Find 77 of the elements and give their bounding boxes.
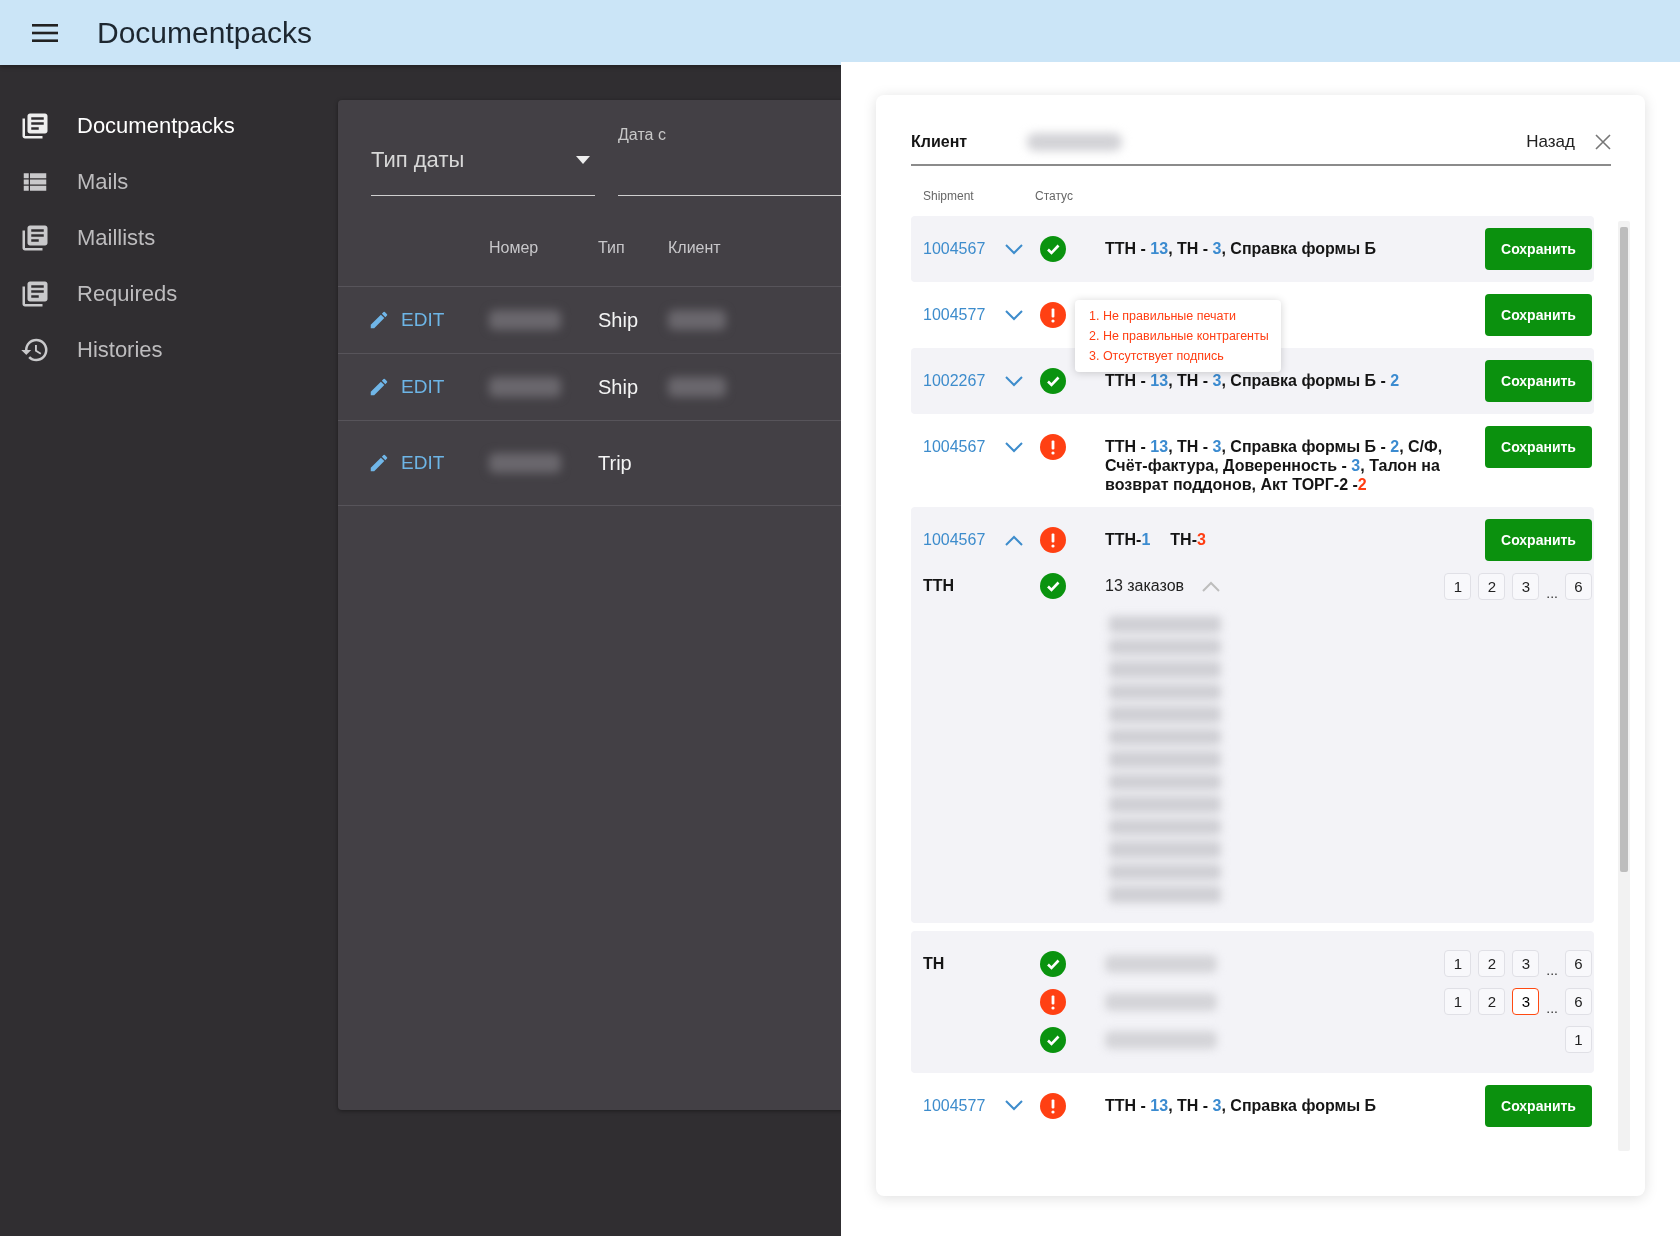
page-button[interactable]: 6 bbox=[1565, 988, 1592, 1015]
save-button[interactable]: Сохранить bbox=[1485, 228, 1592, 270]
column-header: Shipment bbox=[923, 189, 975, 203]
nav-item[interactable]: Documentpacks bbox=[0, 98, 338, 154]
column-header: Тип bbox=[598, 239, 626, 257]
page-ellipsis: ... bbox=[1546, 585, 1558, 600]
page-button[interactable]: 2 bbox=[1478, 572, 1506, 600]
chevron-icon[interactable] bbox=[1005, 534, 1023, 546]
table-cell-text: Ship bbox=[598, 308, 640, 332]
save-button[interactable]: Сохранить bbox=[1485, 1084, 1592, 1127]
app-title: Documentpacks bbox=[97, 15, 313, 50]
document-summary: ТТН - 13, ТН - 3, Справка формы Б - 2, С/Ф, Счёт-фактура, Доверенность - 3, Талон на возврат поддонов, Акт ТОРГ-2 -2 bbox=[1105, 437, 1444, 494]
nav-item[interactable]: Maillists bbox=[0, 210, 338, 266]
menu-icon[interactable] bbox=[31, 21, 59, 44]
edit-button[interactable]: EDIT bbox=[368, 452, 489, 474]
page-button[interactable]: 6 bbox=[1565, 950, 1592, 977]
column-header: Статус bbox=[1035, 189, 1073, 203]
column-header: Клиент bbox=[668, 239, 722, 257]
page-ellipsis: ... bbox=[1546, 963, 1558, 977]
nav-item[interactable]: Requireds bbox=[0, 266, 338, 322]
chevron-icon[interactable] bbox=[1005, 1100, 1023, 1111]
documents-icon bbox=[20, 223, 50, 253]
page-button[interactable]: 6 bbox=[1565, 572, 1592, 600]
page-button[interactable]: 1 bbox=[1444, 950, 1472, 977]
documents-icon bbox=[20, 111, 50, 141]
back-button[interactable]: Назад bbox=[1526, 132, 1575, 152]
column-header: Номер bbox=[489, 239, 540, 257]
error-message: 1. Не правильные печати bbox=[1089, 308, 1237, 325]
save-button[interactable]: Сохранить bbox=[1485, 426, 1592, 468]
pencil-icon bbox=[368, 452, 390, 474]
caret-icon bbox=[575, 154, 591, 165]
table-cell-text: Trip bbox=[598, 451, 633, 475]
page-ellipsis: ... bbox=[1546, 1001, 1558, 1015]
chevron-icon[interactable] bbox=[1005, 243, 1023, 255]
error-message: 2. Не правильные контрагенты bbox=[1089, 328, 1269, 345]
page-button[interactable]: 2 bbox=[1478, 950, 1506, 977]
page-button[interactable]: 3 bbox=[1512, 572, 1540, 600]
save-button[interactable]: Сохранить bbox=[1485, 294, 1592, 336]
document-summary: ТТН - 13, ТН - 3, Справка формы Б - 2 bbox=[1105, 371, 1401, 390]
page-button[interactable]: 3 bbox=[1512, 950, 1540, 977]
page-button[interactable]: 2 bbox=[1478, 988, 1506, 1015]
page-button[interactable]: 1 bbox=[1565, 1026, 1592, 1053]
close-icon[interactable] bbox=[1595, 134, 1611, 150]
group-name: ТН bbox=[923, 954, 946, 973]
document-count: ТТН-1 bbox=[1105, 531, 1151, 549]
orders-toggle[interactable]: 13 заказов bbox=[1105, 577, 1221, 595]
blurred-text bbox=[489, 310, 561, 330]
chevron-icon[interactable] bbox=[1005, 441, 1023, 453]
blurred-text bbox=[489, 453, 561, 473]
chevron-icon[interactable] bbox=[1005, 309, 1023, 321]
client-label: Клиент bbox=[911, 133, 968, 151]
document-summary: ТТН - 13, ТН - 3, Справка формы Б bbox=[1105, 1095, 1377, 1115]
shipment-link[interactable]: 1004567 bbox=[923, 438, 986, 456]
document-count: ТН-3 bbox=[1170, 531, 1206, 549]
document-summary: ТТН - 13, ТН - 3, Справка формы Б bbox=[1105, 239, 1377, 258]
nav-item[interactable]: Histories bbox=[0, 322, 338, 378]
save-button[interactable]: Сохранить bbox=[1485, 519, 1592, 561]
pencil-icon bbox=[368, 376, 390, 398]
blurred-text bbox=[668, 310, 726, 330]
group-name: ТТН bbox=[923, 577, 956, 595]
page-button[interactable]: 1 bbox=[1444, 572, 1472, 600]
error-message: 3. Отсутствует подпись bbox=[1089, 348, 1225, 365]
chevron-icon[interactable] bbox=[1005, 375, 1023, 387]
shipment-link[interactable]: 1004577 bbox=[923, 1096, 986, 1115]
shipment-link[interactable]: 1004577 bbox=[923, 306, 986, 324]
edit-button[interactable]: EDIT bbox=[368, 309, 489, 331]
documents-icon bbox=[20, 279, 50, 309]
edit-button[interactable]: EDIT bbox=[368, 376, 489, 398]
blurred-text bbox=[489, 377, 561, 397]
nav-item[interactable]: Mails bbox=[0, 154, 338, 210]
date-type-dropdown[interactable]: Тип даты bbox=[371, 132, 595, 196]
table-cell-text: Ship bbox=[598, 375, 640, 399]
page-button[interactable]: 1 bbox=[1444, 988, 1472, 1015]
blurred-text bbox=[668, 377, 726, 397]
pencil-icon bbox=[368, 309, 390, 331]
page-button[interactable]: 3 bbox=[1512, 988, 1540, 1015]
save-button[interactable]: Сохранить bbox=[1485, 360, 1592, 402]
